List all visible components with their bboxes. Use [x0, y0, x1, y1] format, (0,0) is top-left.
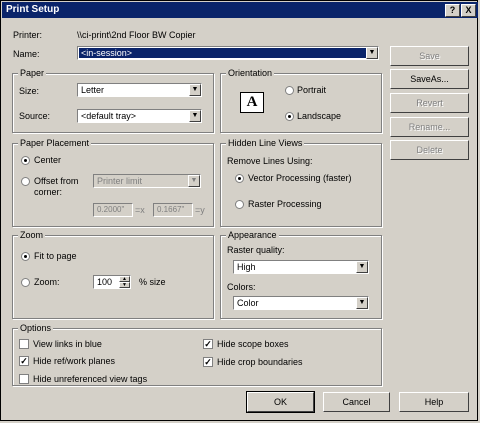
hide-scope-checkbox[interactable]: ✓	[203, 339, 213, 349]
zoom-label: Zoom:	[34, 277, 60, 287]
help-icon[interactable]: ?	[445, 4, 460, 17]
zoom-radio[interactable]	[21, 278, 30, 287]
raster-quality-label: Raster quality:	[227, 245, 285, 255]
ok-button[interactable]: OK	[246, 391, 315, 413]
colors-combo[interactable]: Color ▼	[233, 296, 369, 310]
chevron-down-icon[interactable]: ▼	[356, 297, 368, 309]
printer-limit-combo[interactable]: Printer limit ▼	[93, 174, 201, 188]
paper-placement-group-label: Paper Placement	[18, 138, 92, 148]
size-value: Letter	[81, 85, 105, 95]
source-value: <default tray>	[81, 111, 137, 121]
landscape-label: Landscape	[297, 111, 342, 121]
chevron-down-icon[interactable]: ▼	[189, 84, 201, 96]
hide-unref-checkbox[interactable]	[19, 374, 29, 384]
chevron-down-icon[interactable]: ▼	[356, 261, 368, 273]
appearance-group-label: Appearance	[226, 230, 279, 240]
chevron-down-icon[interactable]: ▼	[188, 175, 200, 187]
raster-radio[interactable]	[235, 200, 244, 209]
orientation-group-label: Orientation	[226, 68, 275, 78]
y-unit-label: =y	[195, 205, 205, 215]
view-links-blue-label: View links in blue	[33, 339, 102, 349]
portrait-label: Portrait	[297, 85, 327, 95]
corner-label: corner:	[34, 187, 63, 197]
orientation-group: Orientation A Portrait Landscape	[220, 68, 382, 133]
spin-down-icon[interactable]: ▼	[119, 282, 130, 288]
hide-scope-label: Hide scope boxes	[217, 339, 289, 349]
hide-crop-label: Hide crop boundaries	[217, 357, 303, 367]
options-group: Options View links in blue ✓ Hide ref/wo…	[12, 323, 382, 386]
vector-radio[interactable]	[235, 174, 244, 183]
raster-quality-combo[interactable]: High ▼	[233, 260, 369, 274]
vector-label: Vector Processing (faster)	[248, 173, 352, 183]
source-combo[interactable]: <default tray> ▼	[77, 109, 202, 123]
size-combo[interactable]: Letter ▼	[77, 83, 202, 97]
paper-group-label: Paper	[18, 68, 47, 78]
zoom-value: 100	[97, 277, 113, 287]
offset-label: Offset from	[34, 176, 79, 186]
printer-value: \\ci-print\2nd Floor BW Copier	[77, 30, 196, 40]
fit-to-page-radio[interactable]	[21, 252, 30, 261]
save-button[interactable]: Save	[390, 46, 469, 66]
center-radio[interactable]	[21, 156, 30, 165]
name-value: <in-session>	[79, 48, 366, 58]
center-label: Center	[34, 155, 62, 165]
hide-ref-checkbox[interactable]: ✓	[19, 356, 29, 366]
fit-to-page-label: Fit to page	[34, 251, 77, 261]
appearance-group: Appearance Raster quality: High ▼ Colors…	[220, 230, 382, 319]
remove-lines-label: Remove Lines Using:	[227, 156, 313, 166]
chevron-down-icon[interactable]: ▼	[189, 110, 201, 122]
options-group-label: Options	[18, 323, 54, 333]
raster-label: Raster Processing	[248, 199, 322, 209]
printer-limit-value: Printer limit	[97, 176, 143, 186]
printer-label: Printer:	[13, 30, 43, 40]
source-label: Source:	[19, 111, 51, 121]
colors-label: Colors:	[227, 282, 256, 292]
size-label: Size:	[19, 86, 40, 96]
zoom-group-label: Zoom	[18, 230, 46, 240]
hide-unref-label: Hide unreferenced view tags	[33, 374, 148, 384]
hidden-line-group: Hidden Line Views Remove Lines Using: Ve…	[220, 138, 382, 227]
x-unit-label: =x	[135, 205, 145, 215]
raster-quality-value: High	[237, 262, 256, 272]
hide-crop-checkbox[interactable]: ✓	[203, 357, 213, 367]
cancel-button[interactable]: Cancel	[323, 392, 390, 412]
saveas-button[interactable]: SaveAs...	[390, 69, 469, 89]
print-setup-dialog: Print Setup ? X Printer: \\ci-print\2nd …	[0, 0, 478, 421]
view-links-blue-checkbox[interactable]	[19, 339, 29, 349]
delete-button[interactable]: Delete	[390, 140, 469, 160]
name-combo[interactable]: <in-session> ▼	[77, 46, 379, 60]
dialog-title: Print Setup	[6, 4, 60, 15]
offset-radio[interactable]	[21, 177, 30, 186]
revert-button[interactable]: Revert	[390, 93, 469, 113]
chevron-down-icon[interactable]: ▼	[366, 47, 378, 59]
paper-placement-group: Paper Placement Center Offset from corne…	[12, 138, 214, 227]
paper-group: Paper Size: Letter ▼ Source: <default tr…	[12, 68, 214, 133]
name-label: Name:	[13, 49, 40, 59]
size-unit-label: % size	[139, 277, 166, 287]
offset-y-field[interactable]: 0.1667"	[153, 203, 193, 217]
offset-x-field[interactable]: 0.2000"	[93, 203, 133, 217]
hide-ref-label: Hide ref/work planes	[33, 356, 116, 366]
zoom-stepper[interactable]: 100 ▲ ▼	[93, 275, 131, 289]
hidden-line-group-label: Hidden Line Views	[226, 138, 305, 148]
landscape-page-icon: A	[240, 92, 264, 113]
landscape-radio[interactable]	[285, 112, 294, 121]
colors-value: Color	[237, 298, 259, 308]
zoom-group: Zoom Fit to page Zoom: 100 ▲ ▼ % size	[12, 230, 214, 319]
help-button[interactable]: Help	[399, 392, 469, 412]
rename-button[interactable]: Rename...	[390, 117, 469, 137]
title-bar: Print Setup ? X	[2, 2, 478, 18]
portrait-radio[interactable]	[285, 86, 294, 95]
close-icon[interactable]: X	[461, 4, 476, 17]
